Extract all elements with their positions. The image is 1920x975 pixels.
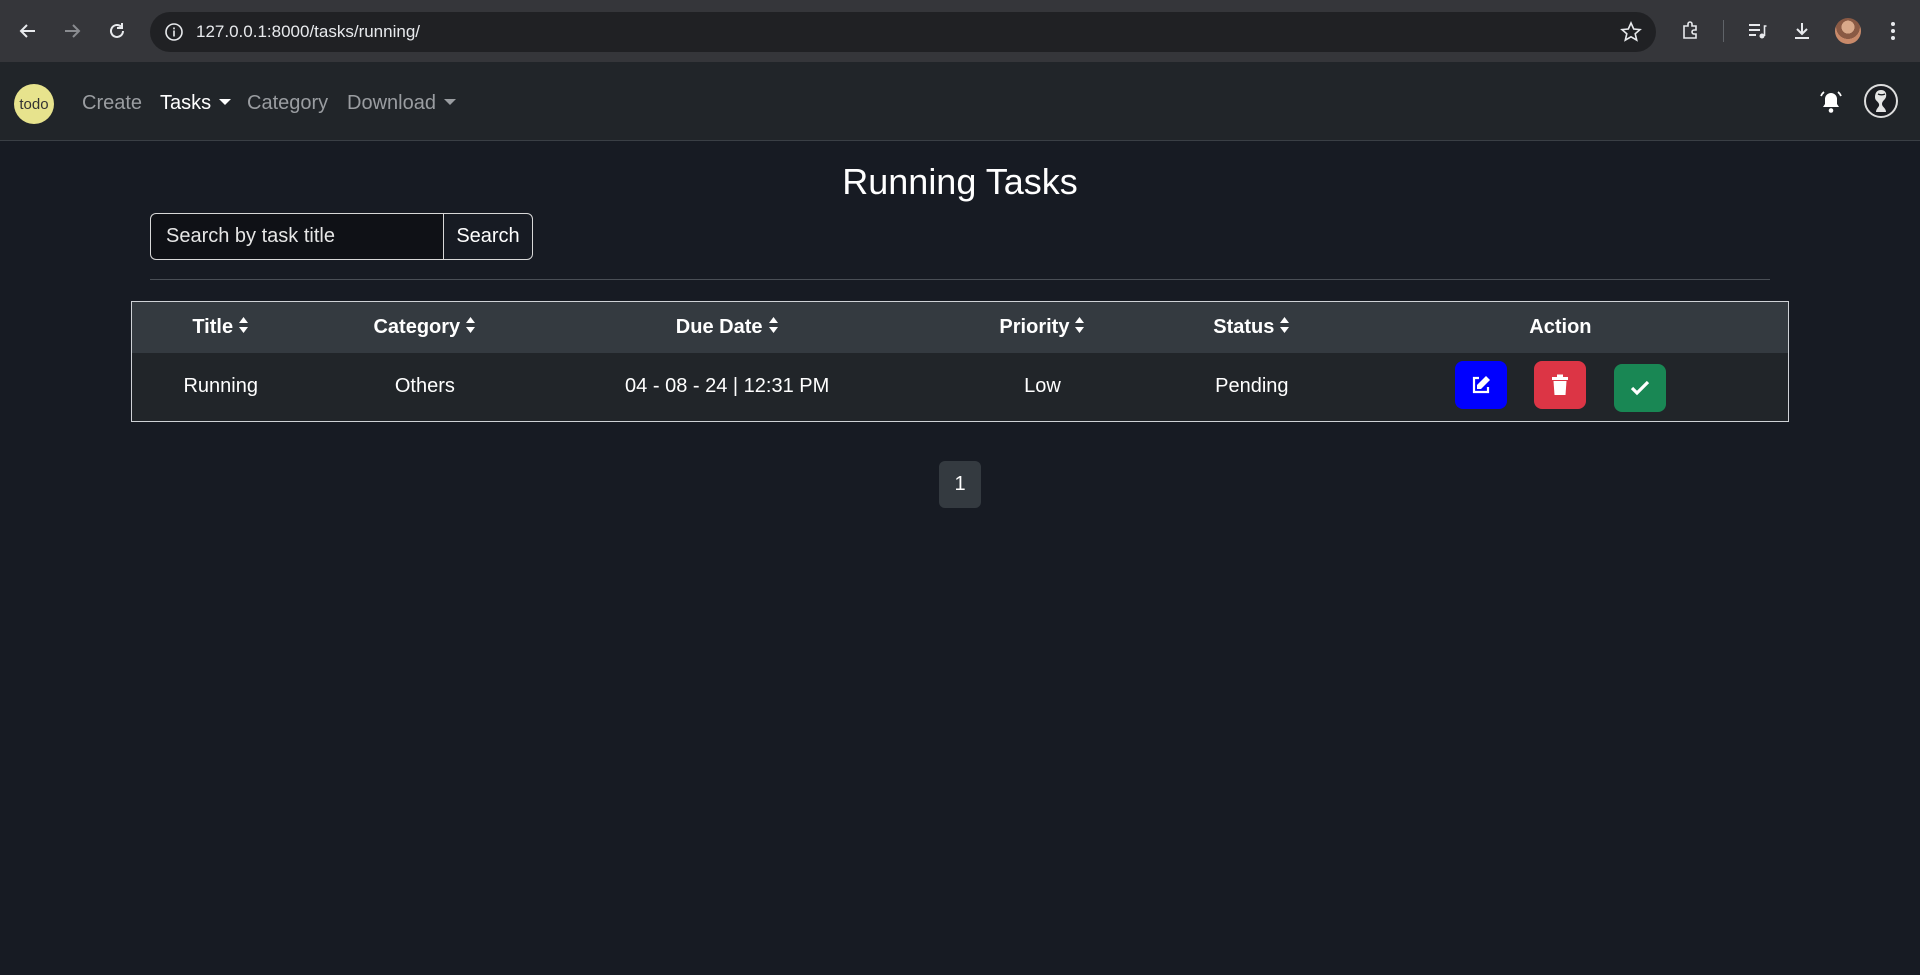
cell-status: Pending [1215,375,1289,398]
url-text: 127.0.0.1:8000/tasks/running/ [196,22,420,41]
column-header-label: Due Date [675,315,763,338]
nav-tasks-label: Tasks [160,92,212,114]
reload-button[interactable] [103,17,131,45]
cell-actions [1333,353,1789,422]
brand-logo[interactable]: todo [14,84,54,124]
column-header-label: Category [373,315,461,338]
browser-toolbar: 127.0.0.1:8000/tasks/running/ [0,0,1920,62]
column-header-action: Action [1529,315,1592,338]
table-row: Running Others 04 - 08 - 24 | 12:31 PM L… [131,352,1789,422]
sort-icon[interactable] [465,316,476,334]
forward-button[interactable] [58,17,86,45]
site-info-icon[interactable] [164,22,184,42]
notification-bell-icon[interactable] [1818,90,1844,116]
checkmark-icon [1630,381,1650,396]
browser-profile-avatar[interactable] [1835,18,1861,44]
reload-icon [110,23,124,38]
tasks-table: Title Category Due Date Priority Status … [131,301,1789,422]
edit-task-button[interactable] [1454,361,1507,410]
caret-down-icon [443,98,456,105]
column-header-label: Status [1213,315,1275,338]
nav-download-label: Download [347,92,436,114]
downloads-button[interactable] [1789,18,1815,44]
column-header-priority[interactable]: Priority [914,302,1171,353]
playlist-icon [1749,24,1767,39]
cell-due-date: 04 - 08 - 24 | 12:31 PM [625,375,830,398]
sort-icon[interactable] [238,316,249,334]
delete-task-button[interactable] [1534,361,1587,410]
bookmark-star-icon[interactable] [1620,21,1642,43]
app-navbar: todo Create Tasks Category Download [0,62,1920,141]
extensions-button[interactable] [1678,18,1704,44]
caret-down-icon [219,98,232,105]
page-title: Running Tasks [842,161,1078,202]
media-controls-button[interactable] [1744,18,1770,44]
sort-icon[interactable] [768,316,779,334]
arrow-left-icon [19,24,35,38]
column-header-title[interactable]: Title [132,302,310,353]
column-header-label: Title [192,315,234,338]
trash-icon [1552,374,1569,396]
download-icon [1795,23,1809,39]
column-header-due-date[interactable]: Due Date [540,302,914,353]
user-avatar[interactable] [1864,84,1898,118]
cell-priority: Low [1024,375,1061,398]
column-header-status[interactable]: Status [1171,302,1333,353]
search-input[interactable] [150,213,443,260]
search-button[interactable]: Search [443,213,533,260]
nav-create[interactable]: Create [82,90,142,116]
nav-download-dropdown[interactable]: Download [347,90,456,116]
browser-menu-button[interactable] [1880,18,1906,44]
cell-title: Running [183,375,258,398]
sort-icon[interactable] [1074,316,1085,334]
table-header-row: Title Category Due Date Priority Status … [131,301,1789,353]
user-figure-icon [1875,90,1887,112]
complete-task-button[interactable] [1613,364,1666,413]
puzzle-icon [1683,21,1697,39]
address-bar[interactable]: 127.0.0.1:8000/tasks/running/ [150,12,1656,52]
search-form: Search [150,213,533,260]
section-divider [150,279,1770,280]
nav-tasks-dropdown[interactable]: Tasks [160,90,232,116]
kebab-menu-icon [1891,22,1895,40]
arrow-right-icon [65,24,81,38]
column-header-label: Priority [999,315,1070,338]
edit-icon [1472,376,1490,394]
cell-category: Others [394,375,455,398]
toolbar-separator [1723,20,1724,42]
pagination-page-1[interactable]: 1 [939,461,981,508]
back-button[interactable] [14,17,42,45]
nav-category[interactable]: Category [247,90,328,116]
column-header-category[interactable]: Category [309,302,540,353]
sort-icon[interactable] [1279,316,1290,334]
